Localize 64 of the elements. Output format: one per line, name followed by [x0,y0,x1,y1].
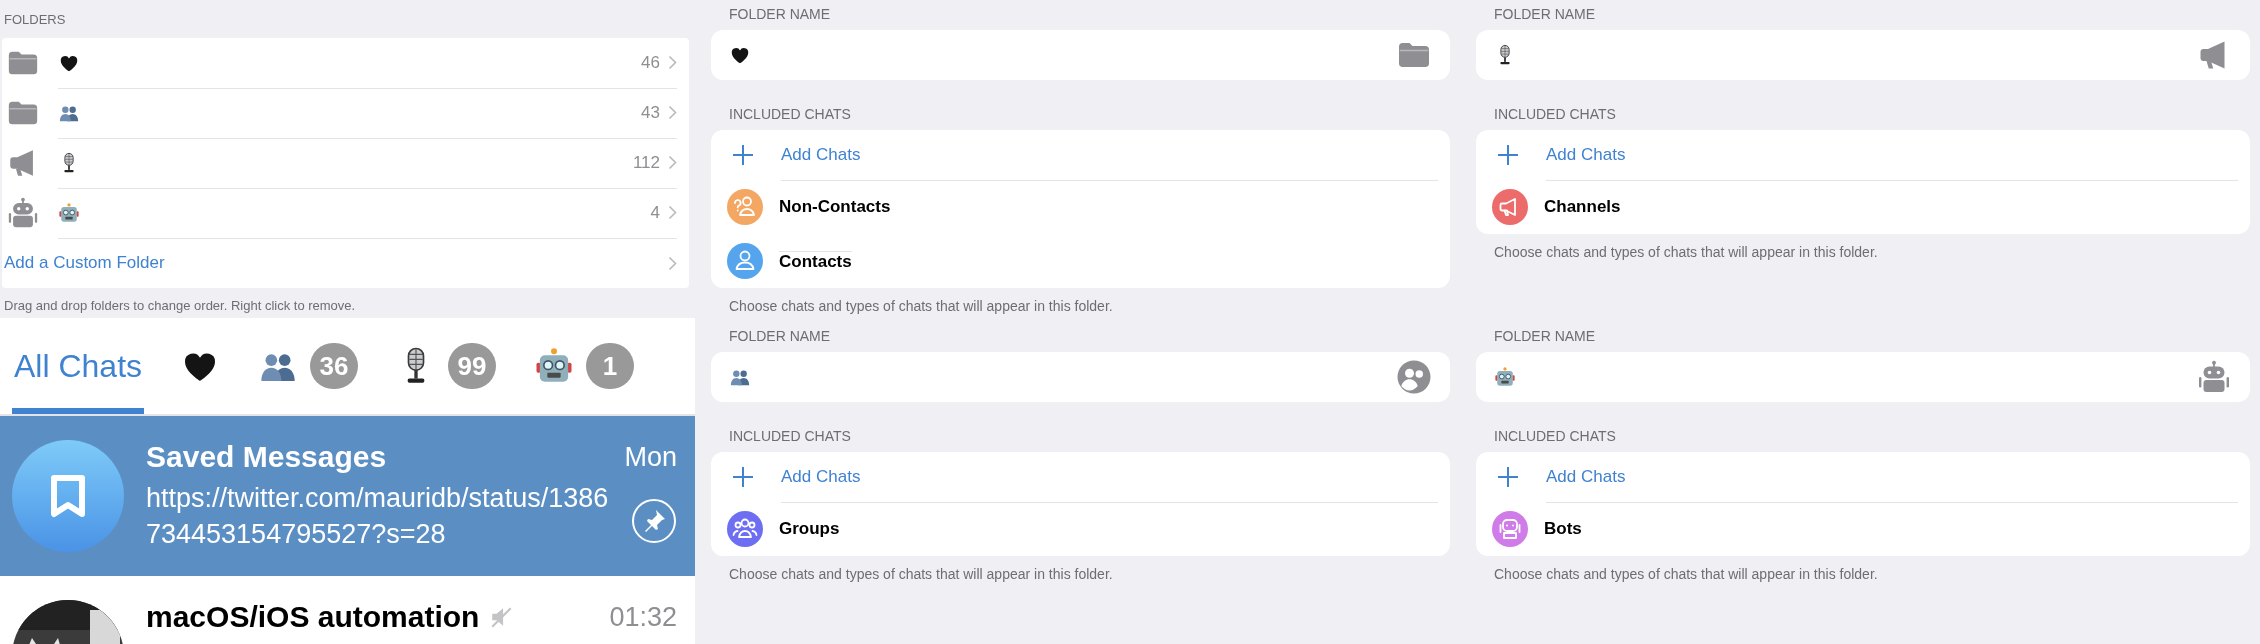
person-question-icon [727,189,763,225]
hint-text: Drag and drop folders to change order. Right click to remove. [4,298,357,313]
folder-name-field[interactable] [1476,30,2250,80]
hint-text: Choose chats and types of chats that will appear in this folder. [728,298,1114,314]
chat-title: Saved Messages [146,440,387,474]
robot-icon [1492,511,1528,547]
add-chats-button[interactable]: Add Chats [1492,452,2238,502]
unread-badge: 99 [448,343,497,389]
robot-emoji-icon [58,201,80,224]
chat-count: 4 [650,202,660,223]
section-label: INCLUDED CHATS [728,428,852,444]
chevron-icon [668,55,677,70]
add-chats-button[interactable]: Add Chats [727,130,1438,180]
chat-time: Mon [624,441,677,473]
group-icon [727,511,763,547]
robot-icon [2196,359,2232,395]
chat-row[interactable]: Saved Messages Mon https://twitter.com/mauridb/status/1386734453154795527?s=28 [0,416,695,576]
folder-name-field[interactable] [711,352,1450,402]
chevron-icon [668,105,677,120]
chat-count: 46 [641,52,660,73]
chevron-icon [668,255,677,271]
chat-type-label: Groups [779,519,840,539]
add-chats-button[interactable]: Add Chats [727,452,1438,502]
folder-name-field[interactable] [711,30,1450,80]
plus-icon [731,143,755,167]
chat-time: 01:32 [609,601,677,633]
chat-count: 112 [632,152,660,173]
chat-count: 43 [641,102,660,123]
section-label: FOLDER NAME [1493,6,1597,22]
section-label: FOLDER NAME [728,6,832,22]
section-label: FOLDER NAME [728,328,832,344]
folder-tab[interactable]: 1 [532,318,637,414]
chat-type-label: Channels [1544,197,1621,217]
add-chats-button[interactable]: Add Chats [1492,130,2238,180]
chevron-icon [668,155,677,170]
message-preview: https://twitter.com/mauridb/status/1386734453154795527?s=28 [146,482,610,551]
unread-badge: 1 [586,343,635,389]
megaphone-icon [1492,189,1528,225]
hint-text: Choose chats and types of chats that will appear in this folder. [1493,566,1879,582]
section-label: INCLUDED CHATS [728,106,852,122]
folder-tab[interactable]: 99 [394,318,499,414]
unread-badge: 36 [310,343,359,389]
folder-tab[interactable]: 36 [256,318,361,414]
section-label: FOLDER NAME [1493,328,1597,344]
section-label: INCLUDED CHATS [1493,428,1617,444]
hint-text: Choose chats and types of chats that will appear in this folder. [1493,244,1879,260]
chat-type-label: Bots [1544,519,1582,539]
add-folder-button[interactable]: Add a Custom Folder [2,238,689,288]
hint-text: Choose chats and types of chats that will appear in this folder. [728,566,1114,582]
chat-title: macOS/iOS automation [146,600,480,634]
robot-icon [6,196,40,230]
section-label: INCLUDED CHATS [1493,106,1617,122]
chevron-icon [668,205,677,220]
chat-type-label: Contacts [779,250,852,272]
group-icon [1396,359,1432,395]
folder-name-field[interactable] [1476,352,2250,402]
person-icon [727,243,763,279]
chat-row[interactable]: macOS/iOS automation 01:32 [0,576,695,644]
plus-icon [731,465,755,489]
plus-icon [1496,143,1520,167]
chat-type-label: Non-Contacts [779,197,891,217]
robot-emoji-icon [1494,366,1516,388]
section-label: FOLDERS [4,12,67,28]
plus-icon [1496,465,1520,489]
